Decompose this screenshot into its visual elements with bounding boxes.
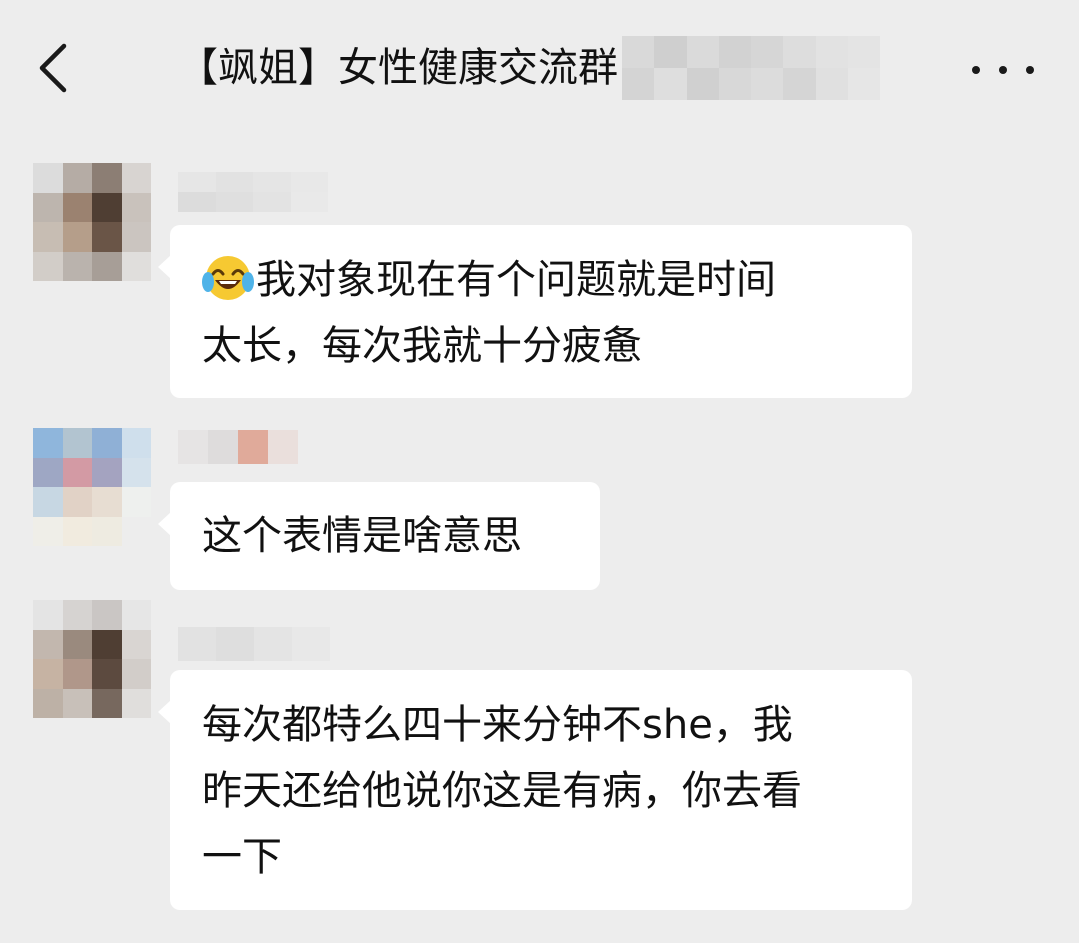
message-line: 这个表情是啥意思 xyxy=(202,513,522,559)
sender-name-redacted xyxy=(178,627,330,661)
message-bubble[interactable]: 我对象现在有个问题就是时间 太长，每次我就十分疲惫 xyxy=(158,225,912,398)
title-redaction-mosaic xyxy=(622,36,880,100)
message-text: 我对象现在有个问题就是时间 太长，每次我就十分疲惫 xyxy=(202,247,882,379)
chat-title-area: 【飒姐】女性健康交流群 xyxy=(178,36,880,100)
avatar[interactable] xyxy=(33,600,151,718)
message-text: 这个表情是啥意思 xyxy=(202,503,570,569)
message-line: 一下 xyxy=(202,834,282,880)
back-button[interactable] xyxy=(30,38,80,98)
more-options-button[interactable] xyxy=(972,52,1034,88)
avatar[interactable] xyxy=(33,428,151,546)
message-line: 我对象现在有个问题就是时间 xyxy=(256,257,776,303)
message-line: 每次都特么四十来分钟不she，我 xyxy=(202,702,793,748)
chevron-left-icon xyxy=(39,43,67,93)
message-line: 昨天还给他说你这是有病，你去看 xyxy=(202,768,802,814)
sender-name-redacted xyxy=(178,172,328,212)
tears-of-joy-emoji-icon xyxy=(202,256,254,300)
dot xyxy=(972,66,980,74)
chat-title: 【飒姐】女性健康交流群 xyxy=(178,45,618,91)
avatar[interactable] xyxy=(33,163,151,281)
message-text: 每次都特么四十来分钟不she，我 昨天还给他说你这是有病，你去看 一下 xyxy=(202,692,888,890)
message-line: 太长，每次我就十分疲惫 xyxy=(202,323,642,369)
message-bubble[interactable]: 这个表情是啥意思 xyxy=(158,482,600,590)
message-bubble[interactable]: 每次都特么四十来分钟不she，我 昨天还给他说你这是有病，你去看 一下 xyxy=(158,670,912,910)
sender-name-redacted xyxy=(178,430,298,464)
dot xyxy=(999,66,1007,74)
chat-header: 【飒姐】女性健康交流群 xyxy=(0,0,1079,140)
dot xyxy=(1026,66,1034,74)
